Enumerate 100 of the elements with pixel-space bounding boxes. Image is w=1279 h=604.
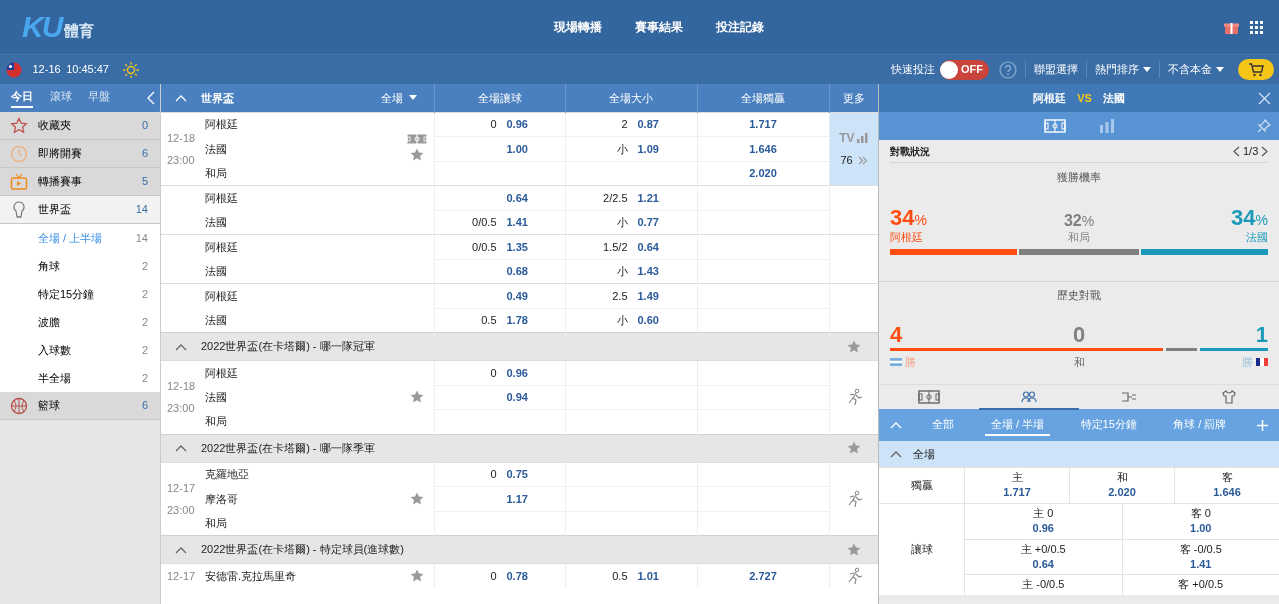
nav-link[interactable]: 現場轉播 <box>553 18 602 36</box>
section-title: 對戰狀況 <box>890 144 930 159</box>
bar-chart-icon[interactable] <box>857 132 869 143</box>
sidebar-item[interactable]: 收藏夾 0 <box>0 112 160 140</box>
tv-icon <box>10 172 28 191</box>
odds-value[interactable]: 1.41 <box>506 216 528 228</box>
sidebar-item[interactable]: 轉播賽事 5 <box>0 168 160 196</box>
odds-value[interactable]: 2.020 <box>1070 485 1174 501</box>
odds-value[interactable]: 1.35 <box>506 240 528 253</box>
chevron-right-icon[interactable] <box>1261 145 1268 157</box>
team-name: 和局 <box>205 516 227 529</box>
odds-value[interactable]: 0.64 <box>637 240 659 253</box>
odds-value[interactable]: 1.717 <box>749 118 777 130</box>
odds-value[interactable]: 0.64 <box>965 556 1122 573</box>
win-percentage: 34% <box>1230 207 1268 229</box>
away-team-title: 法國 <box>1102 90 1125 106</box>
odds-value[interactable]: 1.00 <box>1122 521 1279 537</box>
quick-bet-toggle[interactable]: OFF <box>940 59 989 80</box>
sidebar-item[interactable]: 世界盃 14 <box>0 196 160 224</box>
odds-value[interactable]: 1.00 <box>506 142 528 155</box>
cart-icon <box>1247 62 1264 77</box>
sport-tab[interactable]: 滾球 <box>49 87 72 109</box>
star-icon[interactable] <box>846 440 862 456</box>
odds-value[interactable]: 0.68 <box>506 265 528 277</box>
odds-value[interactable]: 0.96 <box>506 118 528 130</box>
odds-value[interactable]: 0.60 <box>637 314 659 326</box>
sidebar-subitem[interactable]: 入球數 2 <box>0 336 160 364</box>
dropdown-menu-button[interactable]: 聯盟選擇 <box>1025 61 1086 78</box>
odds-value[interactable]: 0.96 <box>965 521 1122 537</box>
odds-value[interactable]: 0.96 <box>506 366 528 379</box>
cart-button[interactable] <box>1237 59 1274 80</box>
odds-value[interactable]: 1.646 <box>749 142 777 155</box>
bar-chart-icon[interactable] <box>1098 119 1115 133</box>
pitch-icon[interactable] <box>1043 119 1066 133</box>
selection-label: 和 <box>1115 470 1129 485</box>
dropdown-menu-button[interactable]: 不含本金 <box>1159 61 1232 78</box>
outcome-label: 法國 <box>1245 230 1268 245</box>
sidebar-subitem[interactable]: 角球 2 <box>0 252 160 280</box>
close-icon[interactable] <box>1258 92 1271 105</box>
odds-value[interactable]: 1.17 <box>506 492 528 505</box>
line-value: 0.5 <box>611 568 628 584</box>
pin-icon[interactable] <box>1257 119 1271 133</box>
sidebar-subitem[interactable]: 半全場 2 <box>0 364 160 392</box>
odds-value[interactable]: 0.64 <box>506 191 528 204</box>
sidebar-item[interactable]: 即將開賽 6 <box>0 140 160 168</box>
odds-value[interactable]: 1.01 <box>637 569 659 582</box>
date-text: 12-16 <box>32 62 61 78</box>
odds-value[interactable]: 1.41 <box>1122 556 1279 573</box>
chevron-left-icon[interactable] <box>1233 145 1241 157</box>
caret-up-icon <box>175 444 187 452</box>
odds-value[interactable]: 1.646 <box>1175 485 1279 501</box>
odds-value[interactable]: 2.020 <box>749 167 777 179</box>
section-label: 全場 <box>913 446 935 462</box>
collapse-icon[interactable] <box>146 91 155 105</box>
odds-value[interactable]: 0.94 <box>506 391 528 403</box>
sport-tab[interactable]: 今日 <box>11 87 33 109</box>
group-title: 2022世界盃(在卡塔爾) - 哪一隊冠軍 <box>201 339 375 355</box>
selection-label: 主 0 <box>1032 505 1055 521</box>
line-value: 小 <box>615 313 628 328</box>
odds-value[interactable]: 1.78 <box>506 314 528 326</box>
odds-value[interactable]: 0.77 <box>637 216 659 228</box>
odds-value[interactable]: 2.727 <box>749 569 777 582</box>
line-value: 2/2.5 <box>602 190 628 206</box>
match-time: 23:00 <box>167 401 196 417</box>
history-bar <box>1166 348 1197 352</box>
odds-value[interactable]: 1.09 <box>637 142 659 155</box>
history-count: 0 <box>1071 323 1087 346</box>
caret-up-icon <box>175 93 187 102</box>
more-count[interactable]: 76 <box>840 152 853 169</box>
grid-menu-icon[interactable] <box>1249 20 1263 34</box>
odds-value[interactable]: 0.49 <box>506 289 528 302</box>
dropdown-menu-button[interactable]: 熱門排序 <box>1086 61 1159 78</box>
pitch-icon[interactable] <box>406 134 427 145</box>
odds-value[interactable]: 0.75 <box>506 468 528 480</box>
odds-value[interactable]: 0.87 <box>637 118 659 130</box>
odds-value[interactable]: 1.43 <box>637 265 659 277</box>
caret-up-icon[interactable] <box>890 450 902 458</box>
sidebar-subitem[interactable]: 波膽 2 <box>0 308 160 336</box>
odds-value[interactable]: 1.49 <box>637 289 659 302</box>
history-count: 1 <box>1254 323 1268 346</box>
period-dropdown[interactable]: 全場 <box>375 88 423 107</box>
sidebar-subitem[interactable]: 特定15分鐘 2 <box>0 280 160 308</box>
sidebar-subitem[interactable]: 全場 / 上半場 14 <box>0 224 160 252</box>
home-team-title: 阿根廷 <box>1033 90 1067 106</box>
sidebar-item[interactable]: 籃球 6 <box>0 392 160 420</box>
star-icon[interactable] <box>408 568 425 584</box>
nav-link[interactable]: 投注記錄 <box>715 18 764 36</box>
double-chevron-icon[interactable] <box>858 156 868 165</box>
selection-label: 客 0 <box>1189 505 1212 521</box>
nav-link[interactable]: 賽事結果 <box>634 18 683 36</box>
odds-value[interactable]: 1.21 <box>637 191 659 204</box>
column-header: 更多 <box>842 91 865 104</box>
team-name: 法國 <box>205 391 227 403</box>
odds-value[interactable]: 0.78 <box>506 569 528 582</box>
help-icon[interactable] <box>999 60 1017 79</box>
flag-icon <box>5 61 22 78</box>
odds-value[interactable]: 1.717 <box>965 485 1069 501</box>
plus-icon[interactable] <box>1256 419 1268 431</box>
quick-bet-label: 快速投注 <box>890 62 935 78</box>
people-icon <box>1021 390 1037 403</box>
